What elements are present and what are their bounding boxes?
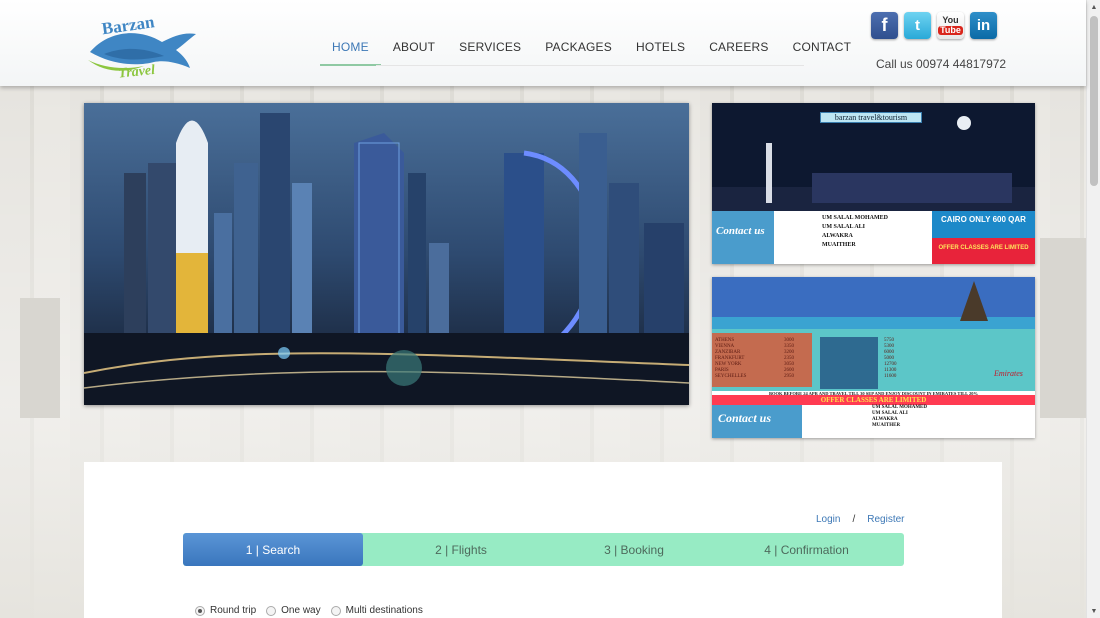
trip-label: One way xyxy=(281,605,321,616)
promo-ad-emirates[interactable]: ATHENS VIENNA ZANZIBAR FRANKFURT NEW YOR… xyxy=(712,277,1035,438)
youtube-you-text: You xyxy=(942,15,959,25)
social-links: f t You Tube in xyxy=(871,12,997,39)
nav-item-hotels[interactable]: HOTELS xyxy=(624,30,697,66)
scroll-down-arrow-icon[interactable]: ▼ xyxy=(1087,604,1100,618)
step-booking[interactable]: 3 | Booking xyxy=(559,533,709,566)
ad2-airline-text: Emirates xyxy=(994,369,1023,378)
ad1-offer-sub: OFFER CLASSES ARE LIMITED xyxy=(938,245,1029,251)
site-header: Barzan Travel HOME ABOUT SERVICES PACKAG… xyxy=(0,0,1086,86)
ad2-price-a: 2950 xyxy=(784,374,794,379)
ad2-offer-text: OFFER CLASSES ARE LIMITED xyxy=(820,396,927,404)
nav-divider xyxy=(376,65,804,66)
facebook-icon[interactable]: f xyxy=(871,12,898,39)
ad1-branch: UM SALAL MOHAMED xyxy=(822,215,888,221)
svg-text:Travel: Travel xyxy=(118,63,156,80)
twitter-icon[interactable]: t xyxy=(904,12,931,39)
step-flights[interactable]: 2 | Flights xyxy=(363,533,559,566)
promo-ad-cairo[interactable]: barzan travel&tourism Contact us UM SALA… xyxy=(712,103,1035,264)
youtube-tube-text: Tube xyxy=(938,25,963,35)
main-nav: HOME ABOUT SERVICES PACKAGES HOTELS CARE… xyxy=(320,30,863,66)
ad2-destination: SEYCHELLES xyxy=(715,374,747,379)
ad2-contact-us-text: Contact us xyxy=(718,411,772,425)
nav-item-packages[interactable]: PACKAGES xyxy=(533,30,624,66)
radio-multi-destinations[interactable] xyxy=(330,605,341,616)
trip-label: Multi destinations xyxy=(345,605,423,616)
radio-one-way[interactable] xyxy=(266,605,277,616)
ad1-branch-list: UM SALAL MOHAMED UM SALAL ALI ALWAKRA MU… xyxy=(822,214,888,250)
page-scrollbar[interactable]: ▲ ▼ xyxy=(1086,0,1100,618)
linkedin-icon[interactable]: in xyxy=(970,12,997,39)
auth-separator: / xyxy=(852,514,856,525)
ad1-branch: MUAITHER xyxy=(822,242,856,248)
trip-option-oneway[interactable]: One way xyxy=(266,605,321,616)
ad2-branch: MUAITHER xyxy=(872,423,901,428)
auth-links: Login / Register xyxy=(816,514,905,525)
login-link[interactable]: Login xyxy=(816,514,840,525)
nav-item-services[interactable]: SERVICES xyxy=(447,30,533,66)
ad1-contact-us-text: Contact us xyxy=(716,225,765,237)
nav-item-home[interactable]: HOME xyxy=(320,30,381,66)
trip-option-multi[interactable]: Multi destinations xyxy=(330,605,423,616)
ad1-offer-title: CAIRO ONLY 600 QAR xyxy=(941,215,1026,224)
scroll-up-arrow-icon[interactable]: ▲ xyxy=(1087,0,1100,14)
call-us-text: Call us 00974 44817972 xyxy=(876,57,1007,71)
nav-item-contact[interactable]: CONTACT xyxy=(781,30,864,66)
barzan-travel-logo[interactable]: Barzan Travel xyxy=(84,10,200,82)
booking-steps: 1 | Search 2 | Flights 3 | Booking 4 | C… xyxy=(183,533,904,566)
scroll-thumb[interactable] xyxy=(1090,16,1098,186)
hero-doha-skyline-image xyxy=(84,103,689,405)
radio-round-trip[interactable] xyxy=(195,605,205,616)
ad2-destination-prices: ATHENS VIENNA ZANZIBAR FRANKFURT NEW YOR… xyxy=(712,338,932,388)
trip-label: Round trip xyxy=(210,605,257,616)
svg-text:Barzan: Barzan xyxy=(101,12,157,38)
nav-item-about[interactable]: ABOUT xyxy=(381,30,447,66)
ad2-branch-list: UM SALAL MOHAMED UM SALAL ALI ALWAKRA MU… xyxy=(872,405,927,429)
ad2-price-b: 11600 xyxy=(884,374,897,379)
ad1-banner-text: barzan travel&tourism xyxy=(820,112,922,123)
trip-type-options: Round trip One way Multi destinations xyxy=(195,605,423,616)
ad1-branch: UM SALAL ALI xyxy=(822,224,866,230)
youtube-icon[interactable]: You Tube xyxy=(937,12,964,39)
step-confirmation[interactable]: 4 | Confirmation xyxy=(709,533,904,566)
trip-option-round[interactable]: Round trip xyxy=(195,605,256,616)
step-search[interactable]: 1 | Search xyxy=(183,533,363,566)
ad1-branch: ALWAKRA xyxy=(822,233,853,239)
nav-item-careers[interactable]: CAREERS xyxy=(697,30,780,66)
register-link[interactable]: Register xyxy=(867,514,904,525)
